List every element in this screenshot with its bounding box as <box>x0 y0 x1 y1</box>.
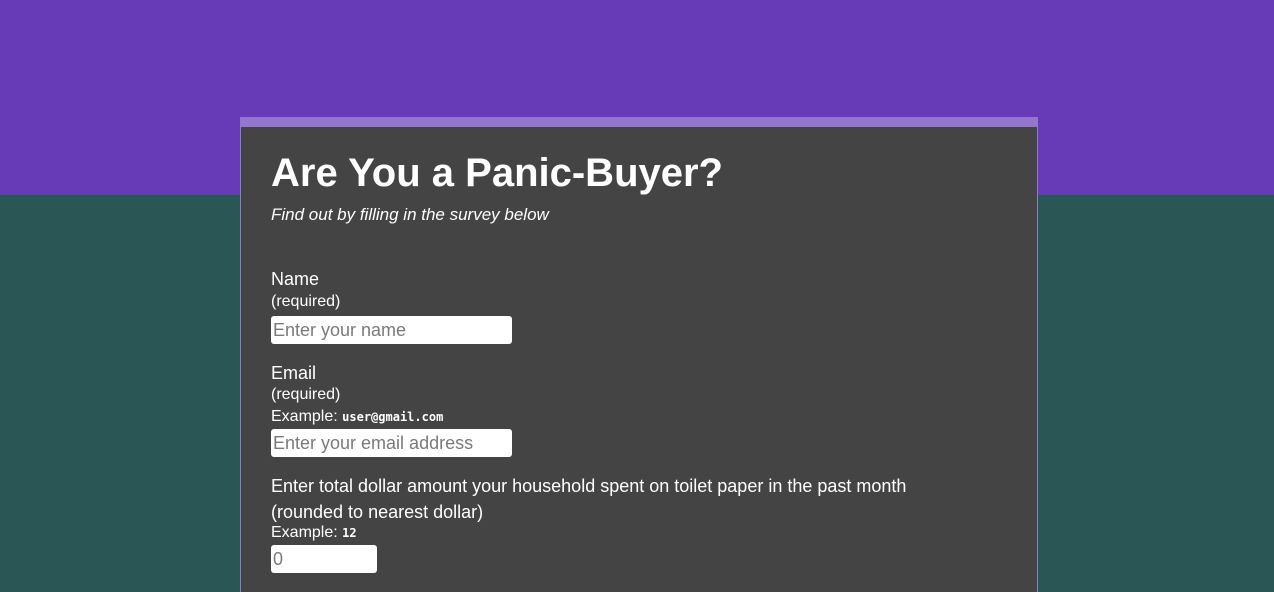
survey-form-card: Are You a Panic-Buyer? Find out by filli… <box>240 117 1038 592</box>
amount-example: Example: 12 <box>271 523 357 543</box>
name-input[interactable] <box>271 316 512 344</box>
survey-description: Find out by filling in the survey below <box>271 205 549 224</box>
email-required-note: (required) <box>271 386 341 403</box>
email-example: Example: user@gmail.com <box>271 407 443 427</box>
survey-title: Are You a Panic-Buyer? <box>271 151 723 195</box>
amount-input[interactable] <box>271 545 377 573</box>
amount-label: Enter total dollar amount your household… <box>271 476 907 496</box>
amount-label-note: (rounded to nearest dollar) <box>271 502 484 522</box>
name-required-note: (required) <box>271 293 341 310</box>
amount-example-value: 12 <box>342 526 357 540</box>
email-input[interactable] <box>271 429 512 457</box>
card-accent-bar <box>240 117 1038 127</box>
name-label: Name <box>271 269 320 289</box>
email-example-label: Example: <box>271 408 338 425</box>
email-example-value: user@gmail.com <box>342 410 444 424</box>
email-label: Email <box>271 363 317 383</box>
amount-example-label: Example: <box>271 524 338 541</box>
